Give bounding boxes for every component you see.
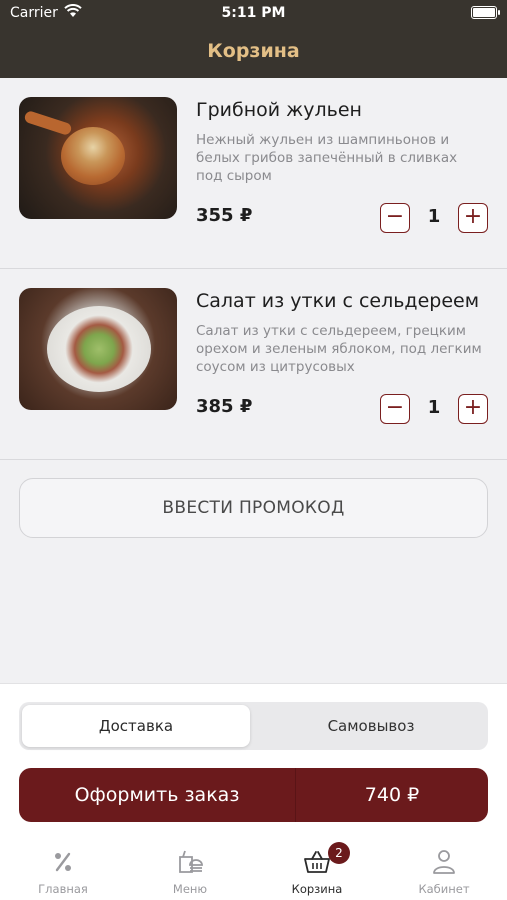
tab-label: Главная [38,882,88,896]
increase-quantity-button[interactable]: + [458,203,488,233]
promo-code-button[interactable]: ВВЕСТИ ПРОМОКОД [19,478,488,538]
cart-item: Салат из утки с сельдереем Салат из утки… [0,270,507,460]
increase-quantity-button[interactable]: + [458,394,488,424]
clock: 5:11 PM [221,5,286,21]
tab-menu[interactable]: Меню [127,836,253,900]
tab-label: Корзина [291,882,343,896]
battery-icon [471,6,500,19]
tab-label: Кабинет [418,882,470,896]
tab-label: Меню [172,882,208,896]
item-quantity: 1 [427,206,441,227]
item-quantity: 1 [427,397,441,418]
item-description: Нежный жульен из шампиньонов и белых гри… [196,132,458,184]
dish-image [61,127,125,185]
status-bar: Carrier 5:11 PM [0,0,507,28]
tab-bar: Главная Меню 2 Корзина Кабинет [0,836,507,900]
decrease-quantity-button[interactable]: − [380,394,410,424]
item-name: Грибной жульен [196,99,362,121]
user-icon [433,850,455,874]
top-bar: Carrier 5:11 PM Корзина [0,0,507,78]
pot-handle [23,109,73,137]
pickup-option[interactable]: Самовывоз [257,705,485,747]
order-total: 740 ₽ [364,784,420,806]
menu-food-icon [179,850,203,873]
item-price: 355 ₽ [196,205,253,226]
cart-count-badge: 2 [328,842,350,864]
place-order-label: Оформить заказ [74,784,240,806]
cart-item: Грибной жульен Нежный жульен из шампиньо… [0,79,507,269]
dish-photo [19,288,177,410]
item-price: 385 ₽ [196,396,253,417]
item-name: Салат из утки с сельдереем [196,290,480,312]
place-order-button[interactable]: Оформить заказ 740 ₽ [19,768,488,822]
percent-icon [55,852,71,872]
dish-image [47,306,151,392]
delivery-option[interactable]: Доставка [22,705,250,747]
page-title: Корзина [207,40,300,62]
decrease-quantity-button[interactable]: − [380,203,410,233]
tab-cabinet[interactable]: Кабинет [381,836,507,900]
item-description: Салат из утки с сельдереем, грецким орех… [196,323,482,375]
dish-photo [19,97,177,219]
tab-home[interactable]: Главная [0,836,126,900]
tab-cart[interactable]: 2 Корзина [254,836,380,900]
delivery-method-toggle: Доставка Самовывоз [19,702,488,750]
